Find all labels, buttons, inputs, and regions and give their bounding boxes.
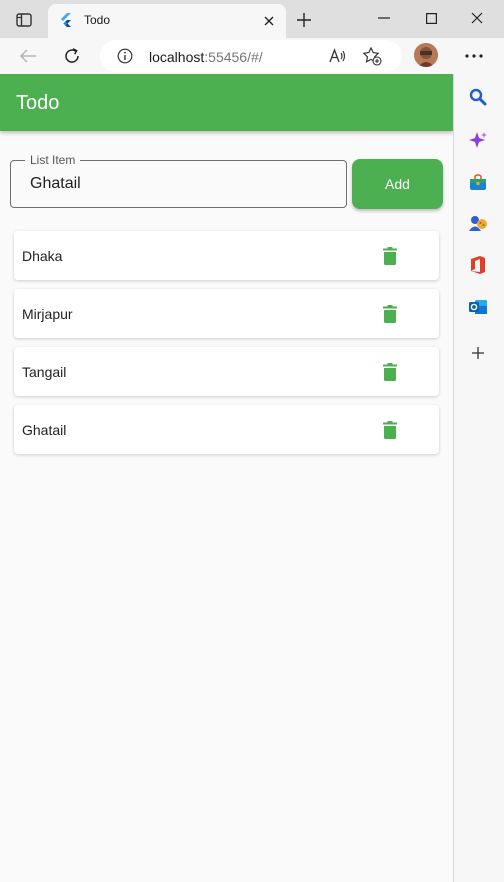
delete-icon[interactable] [380, 246, 400, 266]
list-item-text: Ghatail [22, 422, 67, 438]
avatar[interactable] [414, 43, 438, 67]
info-icon[interactable] [116, 47, 134, 65]
list-item-field[interactable]: List Item [10, 153, 347, 208]
list-item: Mirjapur [14, 289, 439, 338]
close-icon[interactable] [260, 12, 278, 30]
games-icon[interactable] [467, 212, 489, 234]
list-item: Ghatail [14, 405, 439, 454]
app-bar: Todo [0, 74, 453, 131]
read-aloud-icon[interactable] [328, 47, 348, 65]
shopping-icon[interactable] [467, 172, 489, 194]
delete-icon[interactable] [380, 362, 400, 382]
url-host: localhost [149, 49, 205, 65]
page-content: Todo List Item Add Dhaka Mirjapur Tangai… [0, 74, 453, 882]
list-item-input[interactable] [30, 175, 330, 193]
list-item: Dhaka [14, 231, 439, 280]
browser-tab[interactable]: Todo [48, 4, 286, 38]
url-text: localhost:55456/#/ [149, 49, 263, 65]
favorite-add-icon[interactable] [362, 46, 382, 66]
flutter-icon [58, 12, 74, 28]
list-item-text: Dhaka [22, 248, 63, 264]
url-field[interactable]: localhost:55456/#/ [100, 40, 402, 72]
plus-icon[interactable] [294, 10, 314, 30]
office-icon[interactable] [467, 254, 489, 276]
more-icon[interactable] [462, 45, 486, 67]
page-title: Todo [16, 92, 60, 114]
copilot-icon[interactable] [467, 130, 489, 152]
tab-actions-icon[interactable] [8, 8, 40, 32]
back-arrow-icon[interactable] [16, 44, 40, 68]
outlook-icon[interactable] [467, 296, 489, 318]
delete-icon[interactable] [380, 420, 400, 440]
search-icon[interactable] [467, 86, 489, 108]
todo-list: Dhaka Mirjapur Tangail Ghatail [14, 231, 439, 463]
maximize-icon[interactable] [413, 6, 449, 30]
list-item-text: Mirjapur [22, 306, 73, 322]
title-bar: Todo [0, 0, 504, 38]
list-item-text: Tangail [22, 364, 67, 380]
delete-icon[interactable] [380, 304, 400, 324]
list-item-label: List Item [25, 153, 81, 167]
add-button[interactable]: Add [352, 159, 443, 209]
address-bar: localhost:55456/#/ [0, 38, 504, 74]
tab-title: Todo [84, 13, 111, 27]
list-item: Tangail [14, 347, 439, 396]
add-icon[interactable] [467, 342, 489, 364]
window-close-icon[interactable] [459, 6, 495, 30]
refresh-icon[interactable] [60, 44, 84, 68]
minimize-icon[interactable] [366, 6, 402, 30]
url-path: :55456/#/ [204, 49, 263, 65]
browser-sidebar [453, 74, 504, 882]
